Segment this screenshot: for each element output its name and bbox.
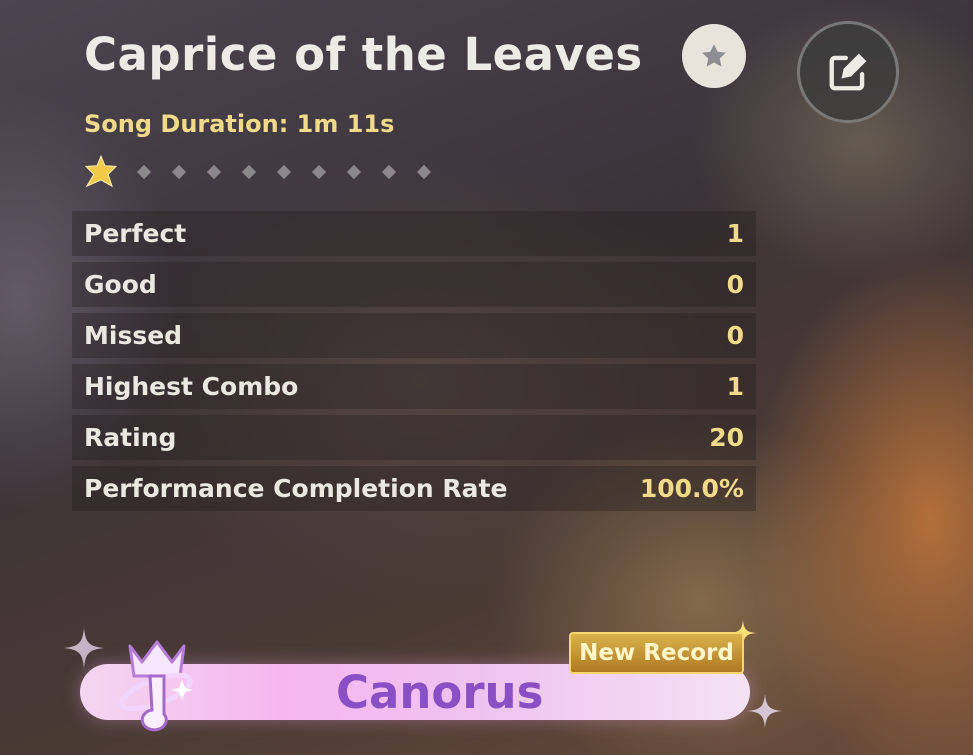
star-icon <box>702 44 726 67</box>
edit-icon <box>829 53 867 91</box>
difficulty-pip <box>416 164 431 180</box>
difficulty-pip <box>241 164 256 180</box>
difficulty-indicator <box>82 152 441 192</box>
difficulty-pip <box>346 164 361 180</box>
sparkle-icon <box>64 628 104 668</box>
stat-row-perfect: Perfect 1 <box>72 211 756 256</box>
stat-row-completion-rate: Performance Completion Rate 100.0% <box>72 466 756 511</box>
favorite-button[interactable] <box>682 24 746 88</box>
edit-button[interactable] <box>797 21 899 123</box>
stat-label: Good <box>84 270 157 299</box>
difficulty-pip <box>171 164 186 180</box>
difficulty-pip <box>136 164 151 180</box>
stat-label: Performance Completion Rate <box>84 474 508 503</box>
stat-row-rating: Rating 20 <box>72 415 756 460</box>
stat-row-missed: Missed 0 <box>72 313 756 358</box>
stat-label: Perfect <box>84 219 187 248</box>
stat-value: 1 <box>726 219 744 248</box>
sparkle-icon <box>748 694 782 728</box>
stat-value: 100.0% <box>639 474 744 503</box>
difficulty-pip <box>276 164 291 180</box>
stat-row-highest-combo: Highest Combo 1 <box>72 364 756 409</box>
crown-note-icon <box>119 640 193 732</box>
song-duration: Song Duration: 1m 11s <box>84 110 395 138</box>
stats-table: Perfect 1 Good 0 Missed 0 Highest Combo … <box>72 211 756 517</box>
stat-value: 0 <box>726 321 744 350</box>
stat-row-good: Good 0 <box>72 262 756 307</box>
stat-value: 1 <box>726 372 744 401</box>
song-title-row: Caprice of the Leaves <box>84 24 643 84</box>
difficulty-pip <box>206 164 221 180</box>
difficulty-pip <box>381 164 396 180</box>
difficulty-star-icon <box>84 154 118 188</box>
new-record-badge: New Record <box>569 632 744 674</box>
stat-value: 0 <box>726 270 744 299</box>
difficulty-pip <box>311 164 326 180</box>
rank-label: Canorus <box>336 665 544 719</box>
stat-label: Rating <box>84 423 177 452</box>
stat-label: Missed <box>84 321 183 350</box>
stat-label: Highest Combo <box>84 372 299 401</box>
stat-value: 20 <box>709 423 744 452</box>
song-title: Caprice of the Leaves <box>84 27 643 81</box>
